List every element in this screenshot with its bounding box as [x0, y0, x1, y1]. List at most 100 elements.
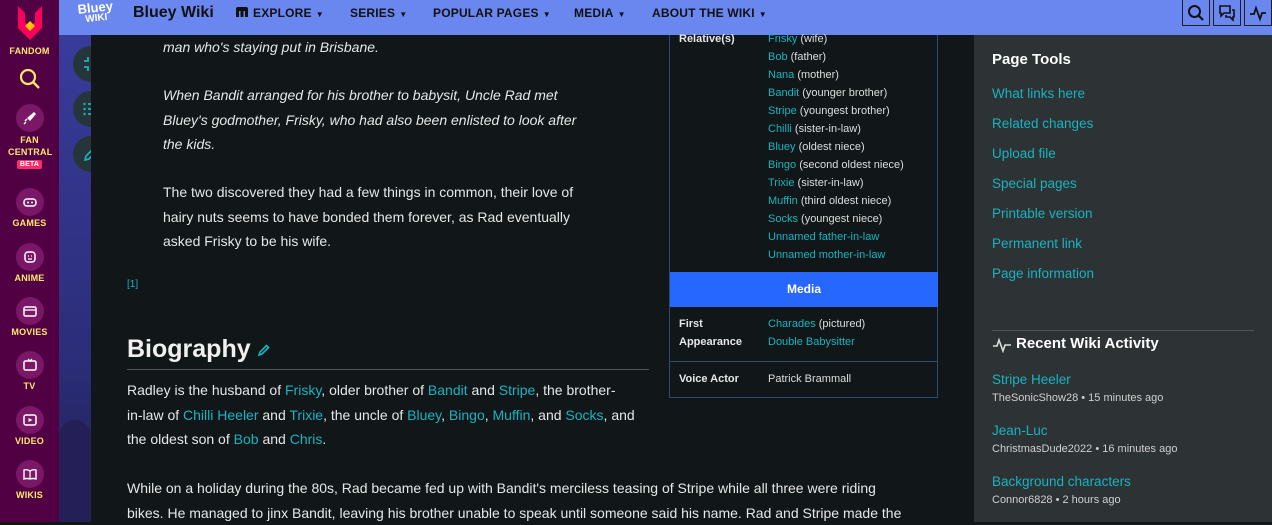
biography-paragraph: While on a holiday during the 80s, Rad b…	[127, 480, 902, 521]
fandom-heart-icon	[17, 6, 42, 40]
relative-link[interactable]: Chilli	[768, 123, 792, 135]
link-socks[interactable]: Socks	[565, 407, 603, 423]
discussions-button[interactable]	[1213, 0, 1241, 26]
rail-tv[interactable]: TV	[0, 351, 59, 391]
link-muffin[interactable]: Muffin	[493, 407, 531, 423]
activity-meta: ChristmasDude2022 • 16 minutes ago	[992, 443, 1178, 455]
page-tool-link[interactable]: Related changes	[992, 116, 1093, 131]
relative-item: Stripe (youngest brother)	[768, 102, 890, 120]
section-divider	[992, 330, 1254, 331]
relative-relation: (third oldest niece)	[797, 195, 892, 207]
relative-link[interactable]: Bluey	[768, 141, 796, 153]
wiki-logo[interactable]: Bluey WIKI	[74, 0, 119, 32]
page-tool-link[interactable]: Page information	[992, 266, 1094, 281]
link-bob[interactable]: Bob	[234, 431, 259, 447]
relative-item: Bingo (second oldest niece)	[768, 156, 904, 174]
link-bingo[interactable]: Bingo	[449, 407, 485, 423]
rail-label: GAMES	[12, 218, 47, 228]
link-frisky[interactable]: Frisky	[285, 382, 321, 398]
link-trixie[interactable]: Trixie	[289, 407, 323, 423]
wiki-name[interactable]: Bluey Wiki	[133, 4, 214, 22]
relative-link[interactable]: Frisky	[768, 33, 797, 45]
activity-page-link[interactable]: Background characters	[992, 474, 1131, 489]
relative-link[interactable]: Unnamed mother-in-law	[768, 249, 885, 261]
activity-icon	[993, 337, 1011, 353]
tv-icon	[15, 351, 44, 379]
relative-relation: (wife)	[797, 33, 828, 45]
first-appearance-label: First Appearance	[679, 318, 742, 348]
nav-series[interactable]: SERIES ▼	[350, 6, 407, 20]
fandom-search-button[interactable]	[0, 68, 59, 92]
link-chris[interactable]: Chris	[290, 431, 323, 447]
biography-paragraph: Radley is the husband of Frisky, older b…	[127, 382, 635, 447]
nav-popular-pages[interactable]: POPULAR PAGES ▼	[433, 6, 551, 20]
rail-wikis[interactable]: WIKIS	[0, 460, 59, 500]
fandom-global-nav: FANDOM FAN CENTRAL BETA GAMES ANIME MOVI…	[0, 0, 59, 522]
link-bandit[interactable]: Bandit	[428, 382, 468, 398]
rail-anime[interactable]: ANIME	[0, 243, 59, 283]
rail-label: ANIME	[14, 273, 45, 283]
wiki-header: Bluey WIKI Bluey Wiki EXPLORE ▼ SERIES ▼ P…	[59, 0, 1272, 35]
beta-badge: BETA	[16, 160, 43, 169]
page-tool-link[interactable]: What links here	[992, 86, 1085, 101]
rail-video[interactable]: VIDEO	[0, 406, 59, 446]
reference-link[interactable]: [1]	[127, 279, 138, 290]
link-bluey[interactable]: Bluey	[407, 407, 441, 423]
relatives-label: Relative(s)	[679, 33, 735, 45]
recent-activity-heading: Recent Wiki Activity	[1016, 335, 1159, 352]
rocket-icon	[15, 104, 44, 132]
edit-section-icon[interactable]	[257, 343, 271, 357]
right-rail: Page Tools What links here Related change…	[974, 35, 1272, 522]
rail-label: VIDEO	[14, 436, 44, 446]
activity-icon	[1250, 4, 1266, 22]
chevron-down-icon: ▼	[315, 10, 324, 19]
rail-games[interactable]: GAMES	[0, 188, 59, 228]
relative-relation: (sister-in-law)	[791, 123, 861, 135]
relative-link[interactable]: Bingo	[768, 159, 796, 171]
fandom-logo[interactable]: FANDOM	[0, 4, 59, 56]
first-appearance-value: Charades (pictured) Double Babysitter	[768, 318, 866, 348]
relative-relation: (father)	[787, 51, 827, 63]
link-chilli-heeler[interactable]: Chilli Heeler	[183, 407, 258, 423]
chevron-down-icon: ▼	[617, 10, 626, 19]
rail-fan-central[interactable]: FAN CENTRAL BETA	[0, 104, 59, 169]
relative-link[interactable]: Unnamed father-in-law	[768, 231, 879, 243]
page-tool-link[interactable]: Upload file	[992, 146, 1056, 161]
activity-meta: Connor6828 • 2 hours ago	[992, 494, 1121, 506]
link-voice-actor[interactable]: Patrick Brammall	[768, 370, 851, 388]
relative-link[interactable]: Stripe	[768, 105, 797, 117]
page-tool-link[interactable]: Printable version	[992, 206, 1093, 221]
search-icon	[1188, 4, 1204, 21]
explore-icon	[236, 7, 248, 17]
relative-relation: (mother)	[794, 69, 839, 81]
relative-link[interactable]: Socks	[768, 213, 798, 225]
book-icon	[15, 460, 44, 488]
search-icon	[19, 68, 40, 89]
search-button[interactable]	[1182, 0, 1210, 26]
link-stripe[interactable]: Stripe	[499, 382, 536, 398]
relative-link[interactable]: Trixie	[768, 177, 794, 189]
relative-item: Muffin (third oldest niece)	[768, 192, 891, 210]
link-charades[interactable]: Charades	[768, 318, 816, 330]
page-tool-link[interactable]: Special pages	[992, 176, 1077, 191]
page-tool-link[interactable]: Permanent link	[992, 236, 1082, 251]
link-double-babysitter[interactable]: Double Babysitter	[768, 336, 855, 348]
relative-link[interactable]: Bob	[768, 51, 788, 63]
rail-label: MOVIES	[11, 327, 48, 337]
nav-explore[interactable]: EXPLORE ▼	[235, 6, 324, 20]
media-section-header: Media	[670, 272, 938, 307]
nav-media[interactable]: MEDIA ▼	[574, 6, 626, 20]
infobox-divider	[670, 361, 938, 362]
activity-meta: TheSonicShow28 • 15 minutes ago	[992, 392, 1164, 404]
relative-item: Trixie (sister-in-law)	[768, 174, 864, 192]
relative-link[interactable]: Bandit	[768, 87, 799, 99]
nav-about-the-wiki[interactable]: ABOUT THE WIKI ▼	[652, 6, 767, 20]
recent-activity-button[interactable]	[1244, 0, 1272, 26]
rail-movies[interactable]: MOVIES	[0, 297, 59, 337]
activity-page-link[interactable]: Jean-Luc	[992, 423, 1048, 438]
quote-text: man who's staying put in Brisbane.	[163, 39, 379, 55]
relative-item: Bluey (oldest niece)	[768, 138, 865, 156]
activity-page-link[interactable]: Stripe Heeler	[992, 372, 1071, 387]
relative-link[interactable]: Muffin	[768, 195, 798, 207]
relative-link[interactable]: Nana	[768, 69, 794, 81]
